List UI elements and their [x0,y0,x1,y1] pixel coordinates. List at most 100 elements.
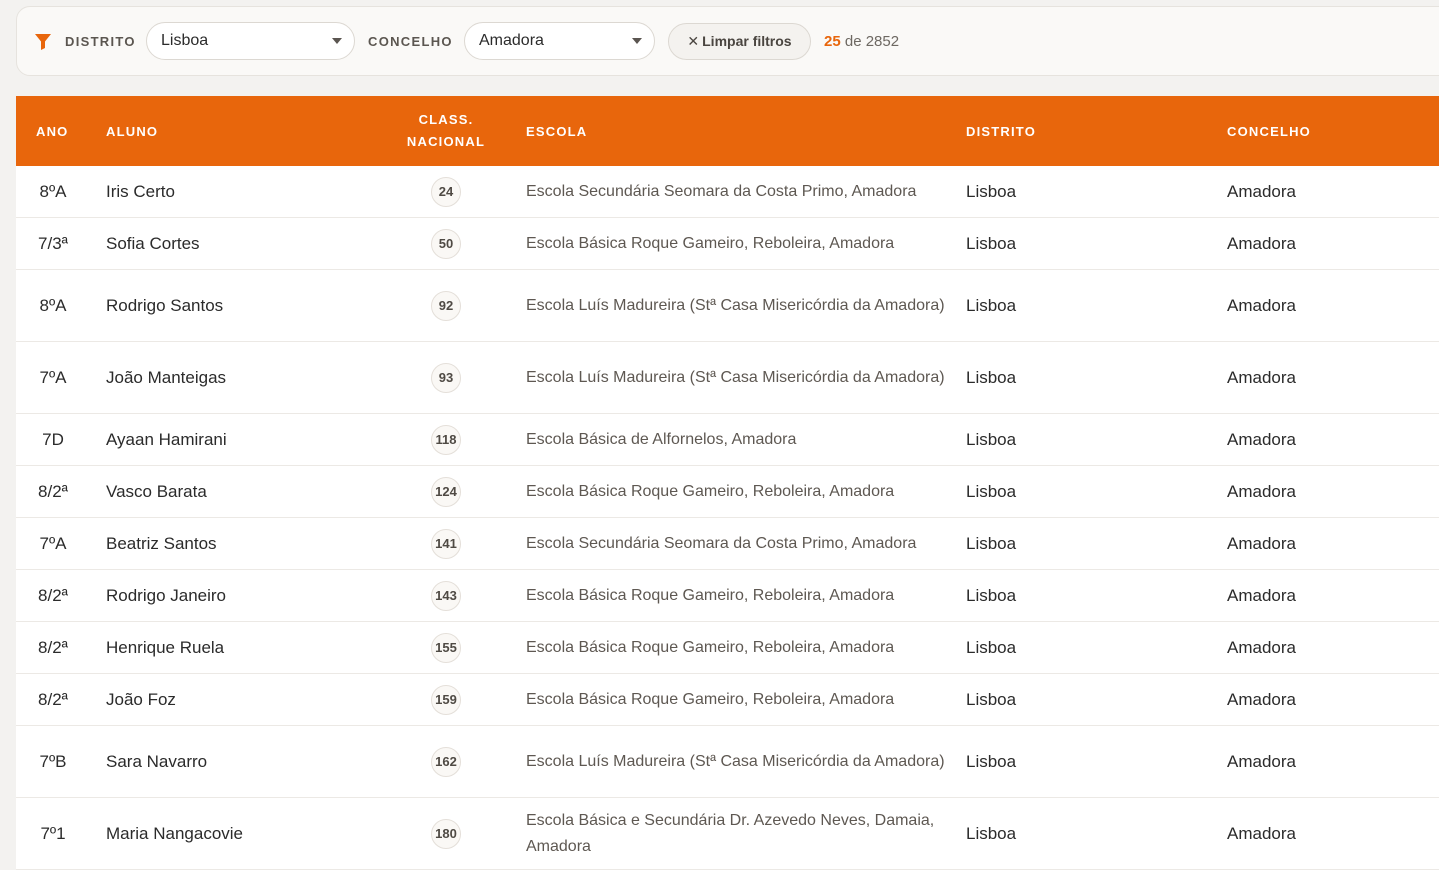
cell-concelho: Amadora [1227,674,1296,725]
cell-distrito: Lisboa [966,518,1016,569]
cell-rank: 159 [426,674,466,725]
column-header-aluno[interactable]: ALUNO [106,96,158,166]
distrito-filter-label: DISTRITO [65,34,136,49]
column-header-concelho[interactable]: CONCELHO [1227,96,1311,166]
cell-concelho-text: Amadora [1227,295,1296,315]
table-row[interactable]: 8ºA Rodrigo Santos 92 Escola Luís Madureira… [16,270,1439,342]
cell-rank: 124 [426,466,466,517]
cell-aluno: Ayaan Hamirani [106,414,227,465]
cell-ano-text: 8/2ª [38,689,68,709]
table-row[interactable]: 8/2ª Henrique Ruela 155 Escola Básica Roque… [16,622,1439,674]
cell-distrito-text: Lisboa [966,181,1017,201]
cell-concelho: Amadora [1227,342,1296,413]
cell-distrito-text: Lisboa [966,295,1017,315]
table-row[interactable]: 7ºB Sara Navarro 162 Escola Luís Madureira … [16,726,1439,798]
rank-badge: 50 [431,228,461,259]
cell-ano-text: 8ºA [39,181,67,201]
table-row[interactable]: 7D Ayaan Hamirani 118 Escola Básica de Alfo… [16,414,1439,466]
column-header-escola[interactable]: ESCOLA [526,96,587,166]
table-row[interactable]: 8/2ª Rodrigo Janeiro 143 Escola Básica Roqu… [16,570,1439,622]
cell-ano: 8/2ª [16,570,90,621]
rank-badge: 180 [431,818,461,849]
cell-distrito-text: Lisboa [966,429,1017,449]
table-row[interactable]: 7ºA João Manteigas 93 Escola Luís Madureira… [16,342,1439,414]
cell-ano: 8/2ª [16,466,90,517]
cell-concelho: Amadora [1227,622,1296,673]
cell-ano: 8ºA [16,166,90,217]
cell-aluno-text: Iris Certo [106,181,175,201]
table-row[interactable]: 8ºA Iris Certo 24 Escola Secundária Seomara… [16,166,1439,218]
concelho-select[interactable]: Amadora [464,22,655,60]
rank-badge: 141 [431,528,461,559]
distrito-select-value: Lisboa [161,32,209,49]
cell-escola-text: Escola Básica Roque Gameiro, Reboleira, … [526,586,895,604]
cell-distrito: Lisboa [966,414,1016,465]
cell-aluno: Henrique Ruela [106,622,224,673]
table-header: ANO ALUNO CLASS. NACIONAL ESCOLA DISTRIT… [16,96,1439,166]
cell-concelho-text: Amadora [1227,367,1296,387]
result-count: 25 de 2852 [824,33,899,50]
cell-ano-text: 8/2ª [38,585,68,605]
cell-ano: 8/2ª [16,622,90,673]
cell-escola: Escola Básica de Alfornelos, Amadora [526,414,946,465]
cell-aluno: João Foz [106,674,176,725]
cell-ano: 7ºA [16,518,90,569]
cell-escola-text: Escola Básica Roque Gameiro, Reboleira, … [526,690,895,708]
table-row[interactable]: 7ºA Beatriz Santos 141 Escola Secundária Se… [16,518,1439,570]
table-row[interactable]: 8/2ª Vasco Barata 124 Escola Básica Roque G… [16,466,1439,518]
cell-ano: 7D [16,414,90,465]
cell-concelho-text: Amadora [1227,751,1296,771]
table-row[interactable]: 7º1 Maria Nangacovie 180 Escola Básica e Se… [16,798,1439,870]
cell-distrito: Lisboa [966,674,1016,725]
cell-ano: 7ºA [16,342,90,413]
cell-concelho-text: Amadora [1227,585,1296,605]
chevron-down-icon [332,38,342,44]
clear-filters-label: Limpar filtros [702,33,792,49]
rank-badge: 92 [431,290,461,321]
table-row[interactable]: 8/2ª João Foz 159 Escola Básica Roque Gamei… [16,674,1439,726]
cell-aluno-text: João Foz [106,689,176,709]
cell-ano-text: 7º1 [40,823,66,843]
cell-aluno-text: Sara Navarro [106,751,208,771]
cell-distrito: Lisboa [966,798,1016,869]
rank-badge: 118 [431,424,461,455]
column-header-ano[interactable]: ANO [36,96,69,166]
cell-concelho: Amadora [1227,570,1296,621]
cell-aluno: Iris Certo [106,166,175,217]
cell-aluno-text: Henrique Ruela [106,637,225,657]
cell-concelho-text: Amadora [1227,533,1296,553]
close-icon: ✕ [687,33,700,49]
cell-escola-text: Escola Básica Roque Gameiro, Reboleira, … [526,638,895,656]
cell-aluno: João Manteigas [106,342,226,413]
cell-ano-text: 8/2ª [38,637,68,657]
cell-rank: 24 [426,166,466,217]
cell-concelho-text: Amadora [1227,181,1296,201]
rank-badge: 24 [431,176,461,207]
cell-rank: 180 [426,798,466,869]
rank-badge: 162 [431,746,461,777]
cell-aluno: Sara Navarro [106,726,207,797]
table-row[interactable]: 7/3ª Sofia Cortes 50 Escola Básica Roque Ga… [16,218,1439,270]
column-header-class-nacional[interactable]: CLASS. NACIONAL [386,96,506,166]
distrito-select[interactable]: Lisboa [146,22,355,60]
cell-aluno-text: Sofia Cortes [106,233,200,253]
cell-aluno: Rodrigo Janeiro [106,570,226,621]
rank-badge: 143 [431,580,461,611]
result-count-shown: 25 [824,33,841,50]
column-header-class-line2: NACIONAL [406,134,486,149]
cell-concelho-text: Amadora [1227,689,1296,709]
cell-concelho: Amadora [1227,270,1296,341]
cell-aluno-text: Beatriz Santos [106,533,217,553]
cell-aluno-text: Rodrigo Santos [106,295,224,315]
column-header-class-line1: CLASS. [418,112,474,127]
cell-concelho-text: Amadora [1227,429,1296,449]
cell-distrito-text: Lisboa [966,481,1017,501]
cell-escola: Escola Luís Madureira (Stª Casa Misericó… [526,270,946,341]
clear-filters-button[interactable]: ✕ Limpar filtros [668,23,811,60]
column-header-distrito[interactable]: DISTRITO [966,96,1036,166]
cell-concelho: Amadora [1227,798,1296,869]
table-body: 8ºA Iris Certo 24 Escola Secundária Seomara… [16,166,1439,870]
cell-ano: 8ºA [16,270,90,341]
cell-escola: Escola Secundária Seomara da Costa Primo… [526,518,946,569]
cell-aluno-text: Ayaan Hamirani [106,429,227,449]
